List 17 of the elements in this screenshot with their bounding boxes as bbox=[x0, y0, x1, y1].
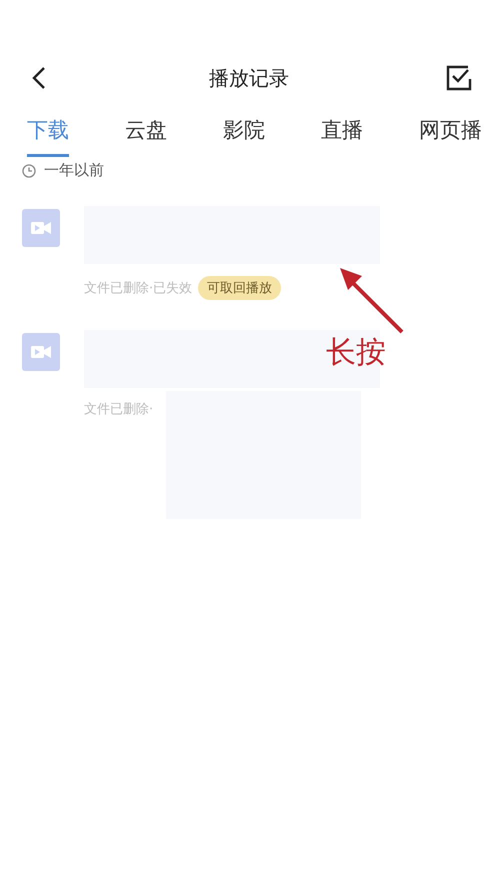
recover-badge: 可取回播放 bbox=[198, 276, 282, 300]
checkbox-icon bbox=[446, 65, 472, 91]
tab[interactable]: 直播 bbox=[321, 116, 363, 157]
section-label: 一年以前 bbox=[44, 161, 104, 180]
tab[interactable]: 影院 bbox=[223, 116, 265, 157]
tab[interactable]: 下载 bbox=[27, 116, 69, 157]
file-status: 文件已删除·已失效 bbox=[84, 280, 192, 297]
select-button[interactable] bbox=[444, 63, 474, 93]
page-title: 播放记录 bbox=[209, 64, 289, 92]
video-camera-icon bbox=[31, 221, 51, 235]
tab[interactable]: 云盘 bbox=[125, 116, 167, 157]
clock-icon bbox=[22, 164, 36, 178]
annotation-label: 长按 bbox=[326, 334, 386, 372]
video-camera-icon bbox=[31, 345, 51, 359]
tab[interactable]: 网页播 bbox=[419, 116, 482, 157]
file-status: 文件已删除· bbox=[84, 401, 154, 418]
back-icon bbox=[32, 66, 46, 90]
